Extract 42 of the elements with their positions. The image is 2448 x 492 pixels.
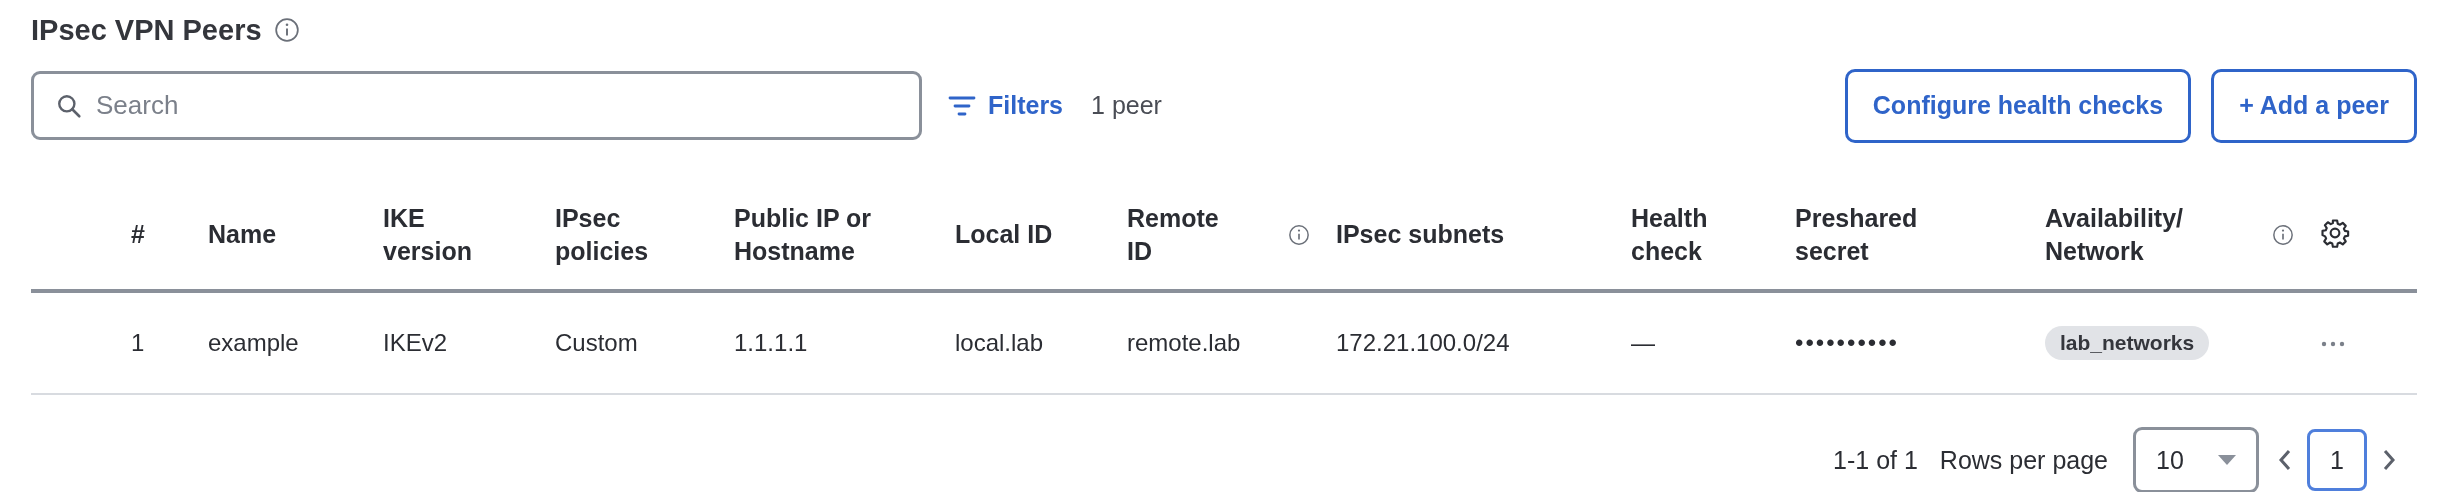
column-header: IKE version (383, 202, 473, 267)
info-icon[interactable] (1288, 223, 1310, 246)
chevron-right-icon[interactable] (2381, 448, 2397, 472)
info-icon[interactable] (273, 17, 300, 43)
table-cell: — (1631, 329, 1655, 356)
table-cell: Custom (555, 329, 638, 356)
caret-icon (2218, 455, 2236, 465)
column-header: Public IP or Hostname (734, 202, 873, 267)
more-icon[interactable] (2320, 340, 2346, 348)
table-cell: local.lab (955, 329, 1044, 356)
table-cell: remote.lab (1127, 329, 1241, 356)
page-range: 1-1 of 1 (1833, 445, 1918, 475)
column-header: Availability/ Network (2045, 202, 2184, 267)
column-header: Local ID (955, 219, 1053, 250)
filters-button[interactable]: Filters (948, 91, 1064, 120)
chevron-left-icon[interactable] (2277, 448, 2293, 472)
rows-per-page-select[interactable]: 10 (2133, 427, 2259, 492)
table-cell: 172.21.100.0/24 (1336, 329, 1510, 356)
masked-secret: •••••••••• (1795, 329, 1900, 356)
column-header: # (131, 219, 145, 250)
table-cell: 1.1.1.1 (734, 329, 808, 356)
column-header: Name (208, 219, 277, 250)
action-button[interactable]: Configure health checks (1844, 68, 2192, 143)
column-header: Preshared secret (1795, 202, 1919, 267)
page-title: IPsec VPN Peers (31, 13, 262, 47)
settings-icon[interactable] (2320, 217, 2350, 248)
table-cell: example (208, 329, 299, 356)
search-field[interactable]: Search (31, 71, 922, 140)
table-cell: 1 (131, 329, 145, 356)
column-header: Remote ID (1127, 202, 1220, 267)
search-icon (56, 93, 82, 119)
info-icon[interactable] (2272, 223, 2294, 246)
page-button[interactable]: 1 (2307, 429, 2367, 491)
column-header: IPsec policies (555, 202, 650, 267)
table-cell: IKEv2 (383, 329, 448, 356)
result-count: 1 peer (1091, 91, 1162, 120)
rows-per-page-label: Rows per page (1939, 445, 2108, 475)
filter-icon (948, 94, 976, 117)
action-button[interactable]: + Add a peer (2211, 68, 2417, 143)
column-header: Health check (1631, 202, 1709, 267)
network-tag: lab_networks (2045, 326, 2210, 360)
column-header: IPsec subnets (1336, 219, 1505, 250)
